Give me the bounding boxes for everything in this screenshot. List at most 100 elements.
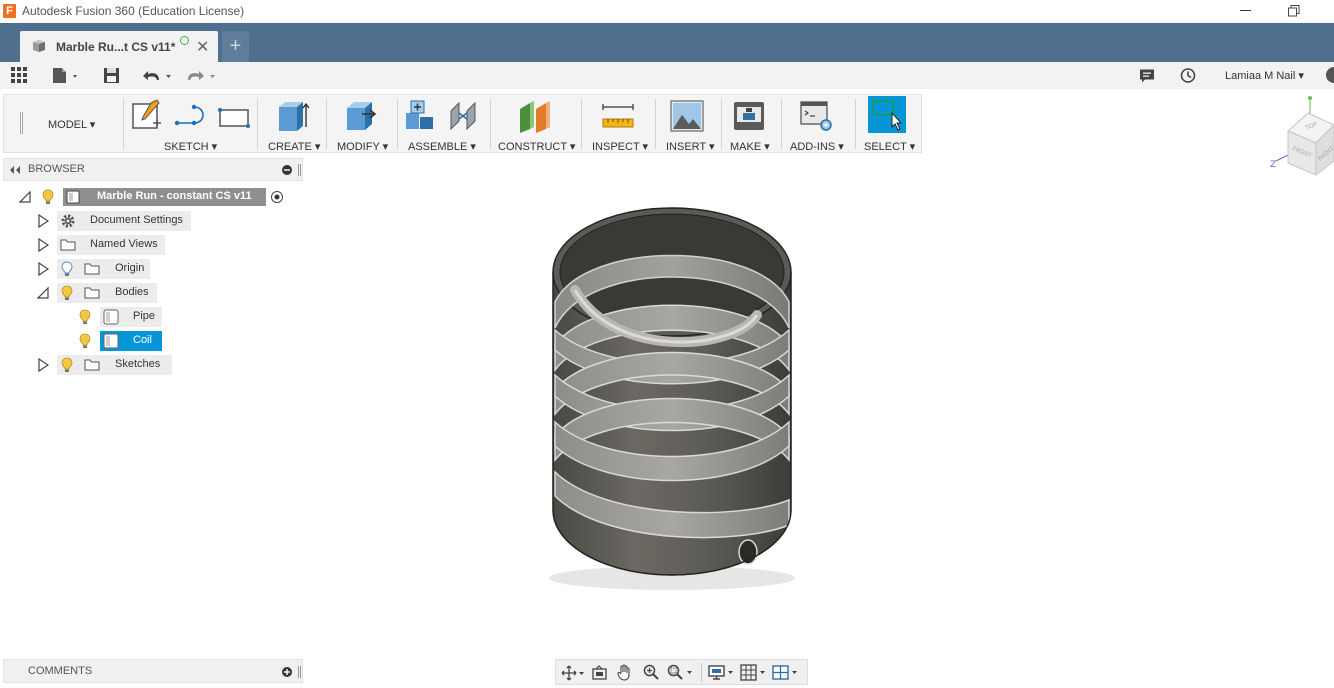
help-icon[interactable] <box>1324 67 1334 84</box>
main-toolbar: MODEL ▾ SKETCH ▾ CREATE ▾ MODIFY ▾ ASSEM… <box>3 94 922 153</box>
folder-icon <box>60 239 76 251</box>
construct-menu[interactable]: CONSTRUCT ▾ <box>498 140 575 153</box>
collapsed-arrow-icon[interactable] <box>37 238 49 252</box>
browser-minus-icon[interactable] <box>282 165 292 175</box>
restore-button[interactable] <box>1288 5 1300 17</box>
user-account-menu[interactable]: Lamiaa M Nail ▾ <box>1225 69 1304 82</box>
viewcube-z-axis-label: Z <box>1270 160 1276 170</box>
joint-icon[interactable] <box>447 99 481 133</box>
toolbar-separator <box>855 99 856 149</box>
visibility-bulb-icon[interactable] <box>79 309 91 325</box>
collapsed-arrow-icon[interactable] <box>37 214 49 228</box>
tree-item-pipe[interactable]: Pipe <box>0 307 300 327</box>
pipe-label: Pipe <box>133 310 156 322</box>
visibility-bulb-icon[interactable] <box>42 189 54 205</box>
zoom-icon[interactable] <box>643 664 659 681</box>
window-title: Autodesk Fusion 360 (Education License) <box>22 4 245 18</box>
data-panel-grid-icon[interactable] <box>11 67 28 84</box>
comments-icon[interactable] <box>1139 67 1155 84</box>
extrude-icon[interactable] <box>275 99 309 133</box>
measure-icon[interactable] <box>601 99 635 133</box>
press-pull-icon[interactable] <box>344 99 378 133</box>
collapse-panel-icon[interactable] <box>9 165 21 175</box>
orbit-icon[interactable] <box>561 665 585 681</box>
viewport-3d-model[interactable] <box>545 200 805 595</box>
display-settings-icon[interactable] <box>708 664 736 681</box>
tree-item-sketches[interactable]: Sketches <box>0 355 300 375</box>
3d-print-icon[interactable] <box>732 99 766 133</box>
viewports-icon[interactable] <box>772 664 800 681</box>
hidden-bulb-icon[interactable] <box>61 261 73 277</box>
rectangle-icon[interactable] <box>218 99 250 133</box>
tree-item-origin[interactable]: Origin <box>0 259 300 279</box>
visibility-bulb-icon[interactable] <box>79 333 91 349</box>
browser-panel-header: BROWSER <box>3 158 303 181</box>
title-bar: F Autodesk Fusion 360 (Education License… <box>0 0 1334 23</box>
collapsed-arrow-icon[interactable] <box>37 262 49 276</box>
offset-plane-icon[interactable] <box>517 99 551 133</box>
document-tab[interactable]: Marble Ru...t CS v11* ✕ <box>20 31 218 62</box>
tree-item-document-settings[interactable]: Document Settings <box>0 211 300 231</box>
tree-item-coil[interactable]: Coil <box>0 331 300 351</box>
inspect-menu[interactable]: INSPECT ▾ <box>592 140 648 153</box>
view-cube[interactable]: TOP FRONT RIGHT Z <box>1262 95 1334 185</box>
undo-icon[interactable] <box>143 67 175 84</box>
new-tab-button[interactable]: + <box>222 31 249 62</box>
named-views-label: Named Views <box>90 238 158 250</box>
component-icon <box>66 190 80 204</box>
root-component-label: Marble Run - constant CS v11 <box>97 190 252 202</box>
minimize-button[interactable] <box>1240 10 1251 11</box>
file-menu-icon[interactable] <box>52 67 80 84</box>
tree-item-named-views[interactable]: Named Views <box>0 235 300 255</box>
make-menu[interactable]: MAKE ▾ <box>730 140 770 153</box>
window-select-icon[interactable] <box>868 96 906 133</box>
visibility-bulb-icon[interactable] <box>61 285 73 301</box>
toolbar-separator <box>257 99 258 149</box>
scripts-addins-icon[interactable] <box>800 99 834 133</box>
pan-hand-icon[interactable] <box>617 664 632 681</box>
create-menu[interactable]: CREATE ▾ <box>268 140 320 153</box>
tree-item-bodies[interactable]: Bodies <box>0 283 300 303</box>
body-icon <box>103 309 119 325</box>
visibility-bulb-icon[interactable] <box>61 357 73 373</box>
document-settings-label: Document Settings <box>90 214 183 226</box>
folder-icon <box>84 287 100 299</box>
canvas-image-icon[interactable] <box>670 99 704 133</box>
save-icon[interactable] <box>103 67 120 84</box>
comments-panel: COMMENTS <box>3 659 303 683</box>
job-status-clock-icon[interactable] <box>1180 67 1196 84</box>
toolbar-separator <box>581 99 582 149</box>
zoom-window-icon[interactable] <box>667 664 695 681</box>
activate-radio-icon[interactable] <box>270 190 284 204</box>
folder-icon <box>84 359 100 371</box>
browser-title: BROWSER <box>28 163 85 175</box>
toolbar-separator <box>397 99 398 149</box>
toolbar-separator <box>326 99 327 149</box>
add-ins-menu[interactable]: ADD-INS ▾ <box>790 140 844 153</box>
expanded-arrow-icon[interactable] <box>37 286 49 300</box>
fusion-logo-icon: F <box>3 4 16 18</box>
tree-root-row[interactable]: Marble Run - constant CS v11 <box>0 187 300 207</box>
panel-grip-icon[interactable] <box>298 666 301 678</box>
modify-menu[interactable]: MODIFY ▾ <box>337 140 388 153</box>
bodies-label: Bodies <box>115 286 149 298</box>
collapsed-arrow-icon[interactable] <box>37 358 49 372</box>
close-tab-icon[interactable]: ✕ <box>196 37 209 57</box>
expanded-arrow-icon[interactable] <box>19 190 31 204</box>
assemble-menu[interactable]: ASSEMBLE ▾ <box>408 140 476 153</box>
redo-icon[interactable] <box>186 67 218 84</box>
sketch-menu[interactable]: SKETCH ▾ <box>164 140 217 153</box>
insert-menu[interactable]: INSERT ▾ <box>666 140 715 153</box>
look-at-icon[interactable] <box>592 665 607 681</box>
line-arc-icon[interactable] <box>174 99 208 133</box>
add-comment-icon[interactable] <box>282 667 292 677</box>
panel-grip-icon[interactable] <box>298 164 301 176</box>
toolbar-separator <box>655 99 656 149</box>
new-component-icon[interactable] <box>403 99 437 133</box>
create-sketch-icon[interactable] <box>131 99 163 133</box>
workspace-switcher[interactable]: MODEL ▾ <box>14 95 126 152</box>
toolbar-grip-icon <box>20 112 23 134</box>
select-menu[interactable]: SELECT ▾ <box>864 140 915 153</box>
document-tab-label: Marble Ru...t CS v11* <box>56 40 176 54</box>
grid-snaps-icon[interactable] <box>740 664 768 681</box>
